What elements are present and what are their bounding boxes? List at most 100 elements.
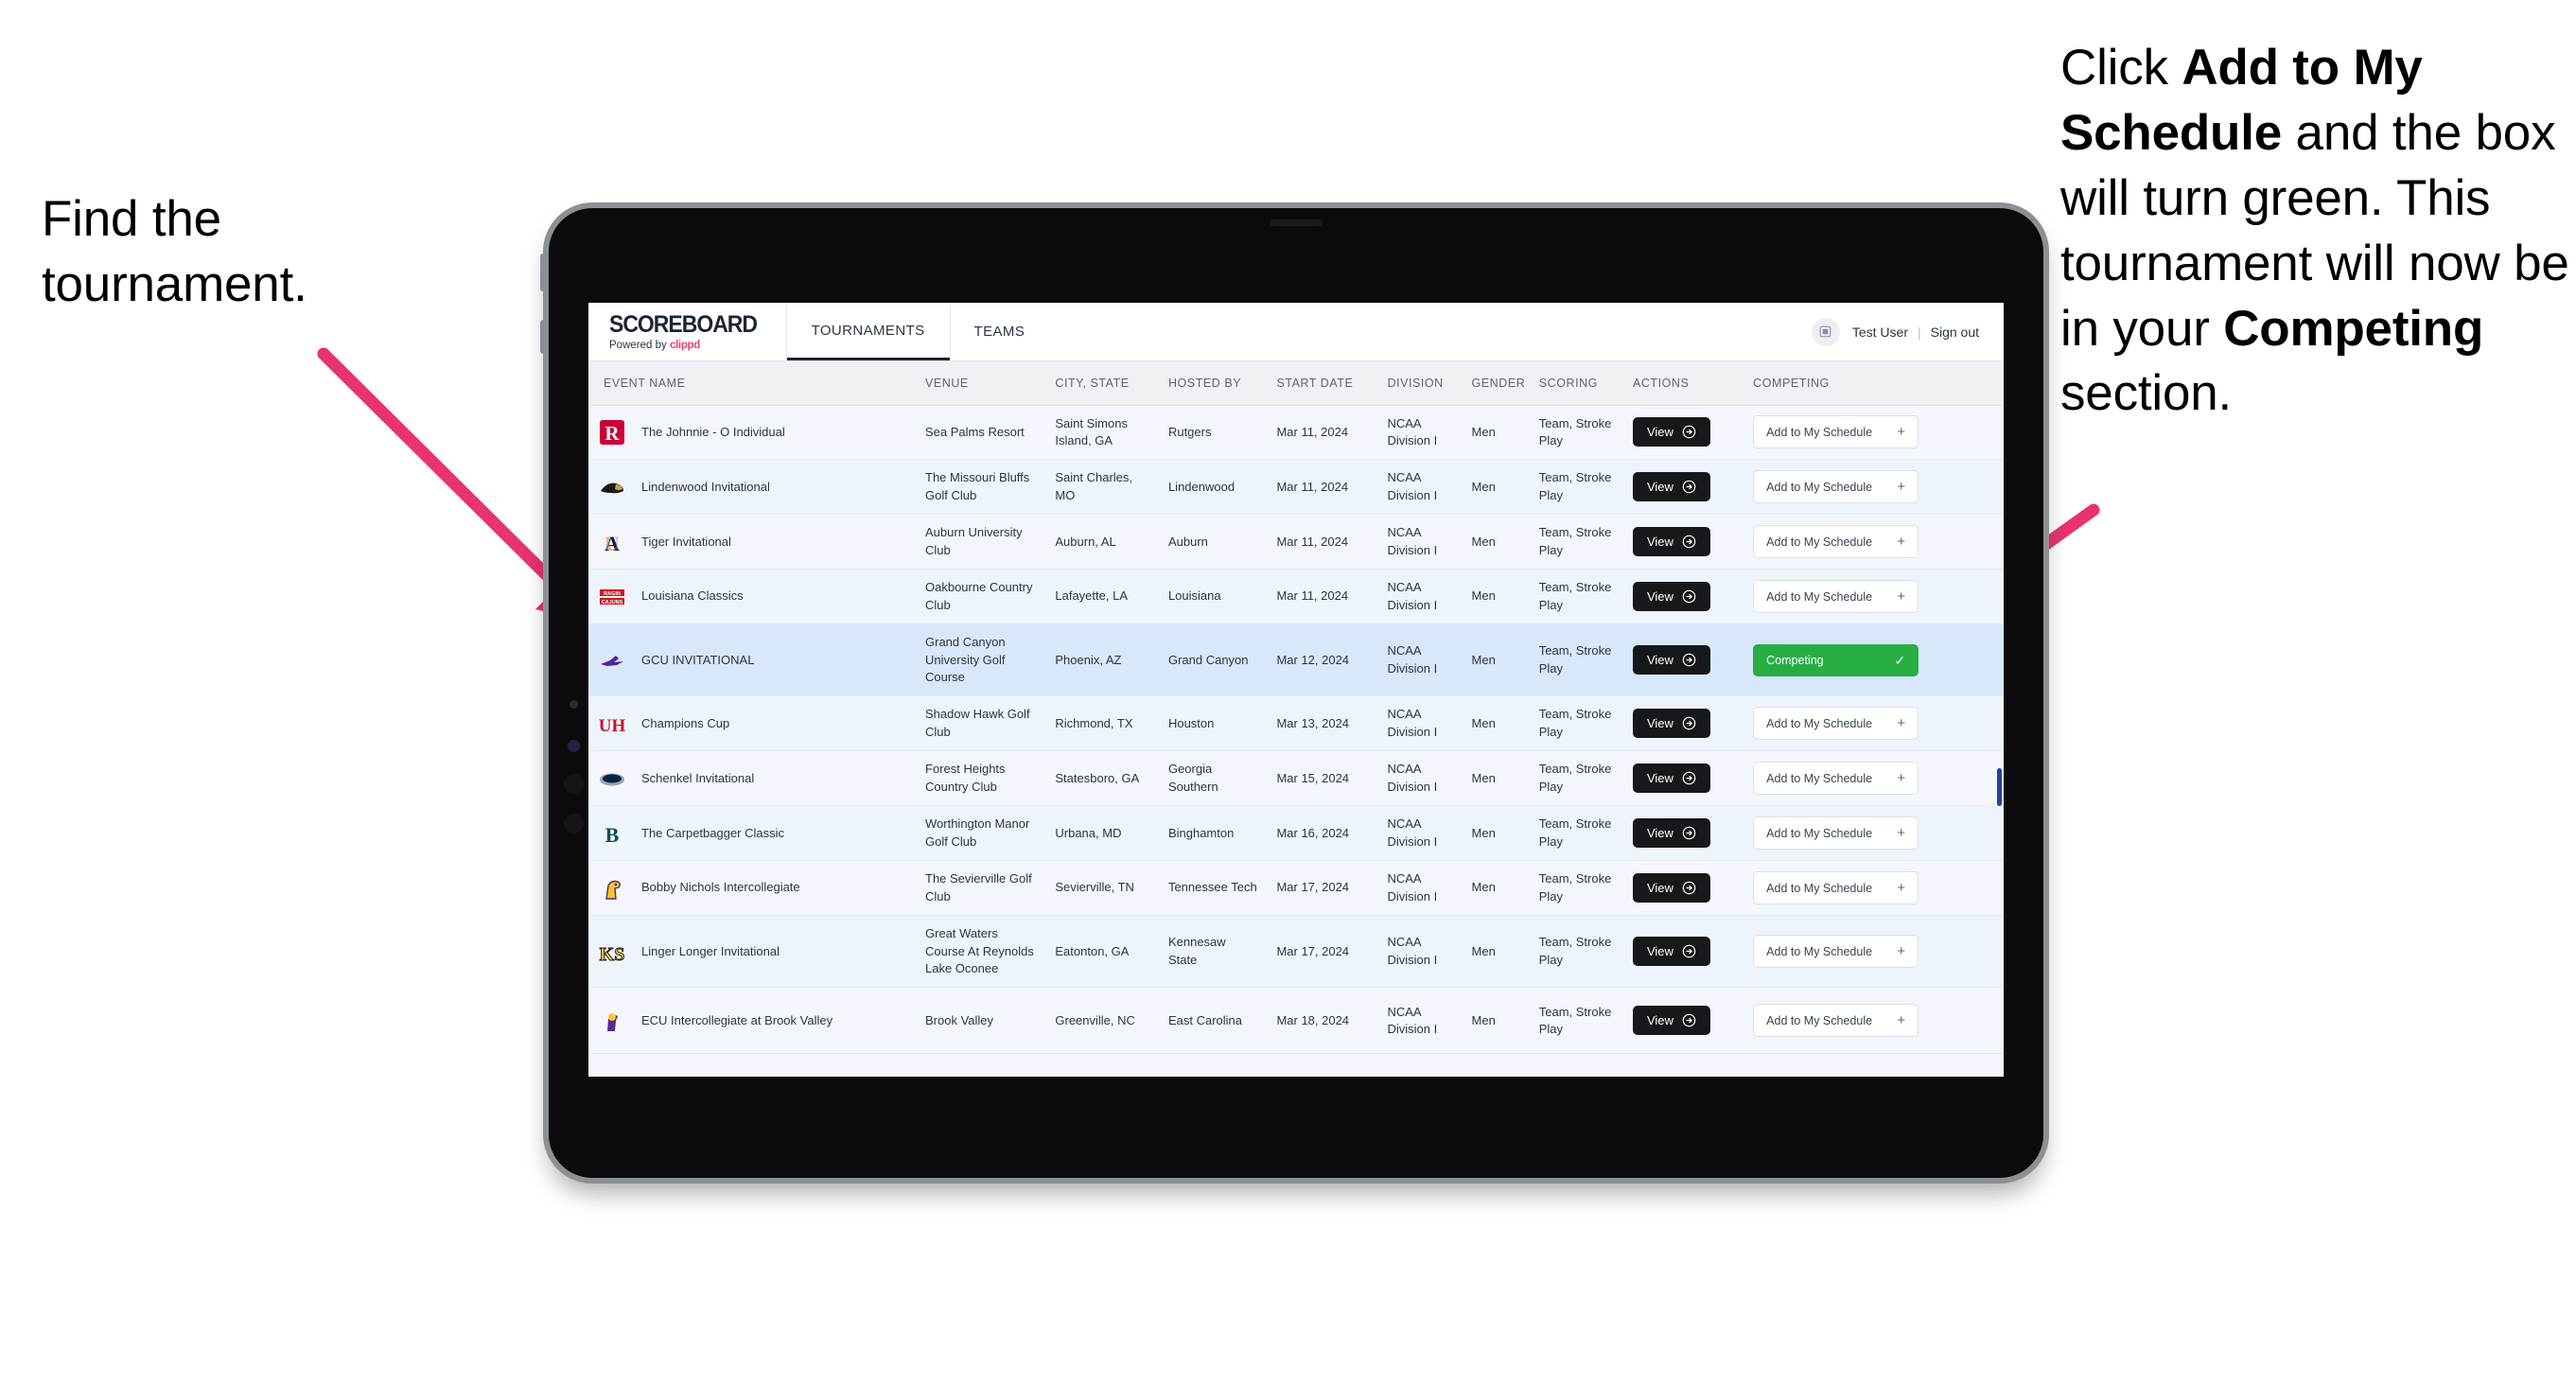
power-button[interactable] bbox=[540, 254, 547, 291]
sign-out-link[interactable]: Sign out bbox=[1931, 325, 1979, 340]
cell-hosted-by: Lindenwood bbox=[1158, 459, 1268, 516]
add-to-my-schedule-button[interactable]: Add to My Schedule + bbox=[1753, 762, 1919, 796]
cell-competing: Add to My Schedule + bbox=[1744, 569, 2004, 625]
event-name-text: Champions Cup bbox=[641, 715, 730, 730]
cell-hosted-by: Auburn bbox=[1158, 514, 1268, 570]
cell-city-state: Greenville, NC bbox=[1045, 987, 1159, 1055]
cell-city-state: Eatonton, GA bbox=[1045, 915, 1159, 989]
table-row[interactable]: RAGIN CAJUNS Louisiana Classics Oakbourne… bbox=[588, 569, 2004, 625]
view-button-label: View bbox=[1646, 653, 1674, 668]
annotation-right-seg1: Click bbox=[2060, 40, 2182, 96]
cell-scoring: Team, Stroke Play bbox=[1529, 569, 1623, 625]
tab-teams[interactable]: TEAMS bbox=[950, 303, 1050, 360]
cell-start-date: Mar 13, 2024 bbox=[1267, 695, 1378, 752]
view-button[interactable]: View bbox=[1632, 472, 1710, 502]
cell-city-state: Lafayette, LA bbox=[1045, 569, 1159, 625]
user-name: Test User bbox=[1851, 324, 1908, 340]
add-to-my-schedule-button[interactable]: Add to My Schedule + bbox=[1753, 935, 1919, 969]
view-button[interactable]: View bbox=[1632, 873, 1710, 904]
table-row[interactable]: R The Johnnie - O Individual Sea Palms R… bbox=[588, 405, 2004, 461]
annotation-left-line1: Find the bbox=[42, 191, 221, 247]
brand-powered-prefix: Powered by bbox=[609, 339, 670, 351]
cell-competing: Add to My Schedule + bbox=[1744, 987, 2004, 1055]
lindenwood-logo bbox=[598, 473, 626, 501]
plus-icon: + bbox=[1897, 770, 1906, 787]
view-button[interactable]: View bbox=[1632, 763, 1710, 794]
user-menu: Test User | Sign out bbox=[1811, 303, 2004, 360]
cell-actions: View bbox=[1622, 987, 1744, 1055]
cell-venue: Worthington Manor Golf Club bbox=[916, 805, 1046, 862]
cell-competing: Add to My Schedule + bbox=[1744, 695, 2004, 752]
cell-gender: Men bbox=[1462, 569, 1530, 625]
tournaments-table-container[interactable]: EVENT NAME VENUE CITY, STATE HOSTED BY S… bbox=[588, 361, 2004, 1077]
vertical-scrollbar[interactable] bbox=[1997, 768, 2002, 806]
view-button-label: View bbox=[1646, 589, 1674, 605]
table-row[interactable]: AU Tiger Invitational Auburn University … bbox=[588, 514, 2004, 570]
cell-event-name: KS Linger Longer Invitational bbox=[588, 915, 916, 989]
table-row[interactable]: Schenkel Invitational Forest Heights Cou… bbox=[588, 750, 2004, 807]
cell-start-date: Mar 11, 2024 bbox=[1267, 569, 1378, 625]
tab-tournaments[interactable]: TOURNAMENTS bbox=[786, 303, 950, 360]
cell-scoring: Team, Stroke Play bbox=[1529, 987, 1623, 1055]
col-actions: ACTIONS bbox=[1622, 361, 1744, 406]
user-avatar-icon[interactable] bbox=[1811, 317, 1840, 346]
svg-text:U: U bbox=[605, 532, 620, 555]
cell-gender: Men bbox=[1462, 860, 1530, 917]
cell-start-date: Mar 11, 2024 bbox=[1267, 459, 1378, 516]
view-button[interactable]: View bbox=[1632, 527, 1710, 557]
event-name-text: Lindenwood Invitational bbox=[641, 479, 770, 494]
check-icon: ✓ bbox=[1894, 652, 1906, 668]
volume-button[interactable] bbox=[540, 320, 547, 354]
add-button-label: Add to My Schedule bbox=[1766, 944, 1873, 958]
cell-division: NCAA Division I bbox=[1377, 459, 1463, 516]
table-row[interactable]: UH Champions Cup Shadow Hawk Golf Club R… bbox=[588, 695, 2004, 752]
view-button[interactable]: View bbox=[1632, 1006, 1710, 1036]
add-to-my-schedule-button[interactable]: Add to My Schedule + bbox=[1753, 871, 1919, 905]
view-button[interactable]: View bbox=[1632, 709, 1710, 739]
add-to-my-schedule-button[interactable]: Add to My Schedule + bbox=[1753, 816, 1919, 851]
event-name-text: ECU Intercollegiate at Brook Valley bbox=[641, 1012, 833, 1027]
cell-event-name: AU Tiger Invitational bbox=[588, 514, 916, 570]
view-button[interactable]: View bbox=[1632, 645, 1710, 675]
add-button-label: Add to My Schedule bbox=[1766, 589, 1873, 604]
add-to-my-schedule-button[interactable]: Add to My Schedule + bbox=[1753, 580, 1919, 614]
auburn-logo: AU bbox=[598, 528, 626, 556]
svg-text:CAJUNS: CAJUNS bbox=[602, 600, 623, 605]
table-row[interactable]: Bobby Nichols Intercollegiate The Sevier… bbox=[588, 860, 2004, 917]
add-to-my-schedule-button[interactable]: Add to My Schedule + bbox=[1753, 415, 1919, 449]
add-to-my-schedule-button[interactable]: Add to My Schedule + bbox=[1753, 1004, 1919, 1038]
cell-start-date: Mar 11, 2024 bbox=[1267, 405, 1378, 461]
col-venue: VENUE bbox=[916, 361, 1046, 406]
add-to-my-schedule-button[interactable]: Add to My Schedule + bbox=[1753, 470, 1919, 504]
plus-icon: + bbox=[1897, 588, 1906, 605]
view-button[interactable]: View bbox=[1632, 937, 1710, 967]
view-button[interactable]: View bbox=[1632, 818, 1710, 849]
view-button-label: View bbox=[1646, 881, 1674, 896]
table-row[interactable]: GCU INVITATIONAL Grand Canyon University… bbox=[588, 623, 2004, 697]
cell-venue: Shadow Hawk Golf Club bbox=[916, 695, 1046, 752]
cell-city-state: Saint Charles, MO bbox=[1045, 459, 1159, 516]
table-row[interactable]: Lindenwood Invitational The Missouri Blu… bbox=[588, 459, 2004, 516]
cell-gender: Men bbox=[1462, 459, 1530, 516]
app-top-navigation: SCOREBOARD Powered by clippd TOURNAMENTS… bbox=[588, 303, 2004, 361]
cell-event-name: ECU Intercollegiate at Brook Valley bbox=[588, 987, 916, 1055]
cell-division: NCAA Division I bbox=[1377, 987, 1463, 1055]
col-gender: GENDER bbox=[1462, 361, 1530, 406]
cell-venue: Forest Heights Country Club bbox=[916, 750, 1046, 807]
table-row[interactable]: KS Linger Longer Invitational Great Wate… bbox=[588, 915, 2004, 989]
table-row[interactable]: ECU Intercollegiate at Brook Valley Broo… bbox=[588, 987, 2004, 1055]
svg-text:RAGIN: RAGIN bbox=[604, 591, 621, 597]
cell-scoring: Team, Stroke Play bbox=[1529, 915, 1623, 989]
view-button[interactable]: View bbox=[1632, 417, 1710, 447]
cell-actions: View bbox=[1622, 805, 1744, 862]
col-city-state: CITY, STATE bbox=[1045, 361, 1159, 406]
add-to-my-schedule-button[interactable]: Add to My Schedule + bbox=[1753, 525, 1919, 559]
add-to-my-schedule-button[interactable]: Add to My Schedule + bbox=[1753, 707, 1919, 741]
table-row[interactable]: B The Carpetbagger Classic Worthington M… bbox=[588, 805, 2004, 862]
view-button[interactable]: View bbox=[1632, 582, 1710, 612]
add-button-label: Add to My Schedule bbox=[1766, 1013, 1873, 1027]
cell-gender: Men bbox=[1462, 514, 1530, 570]
competing-button[interactable]: Competing ✓ bbox=[1753, 643, 1919, 676]
cell-city-state: Auburn, AL bbox=[1045, 514, 1159, 570]
cell-division: NCAA Division I bbox=[1377, 623, 1463, 697]
